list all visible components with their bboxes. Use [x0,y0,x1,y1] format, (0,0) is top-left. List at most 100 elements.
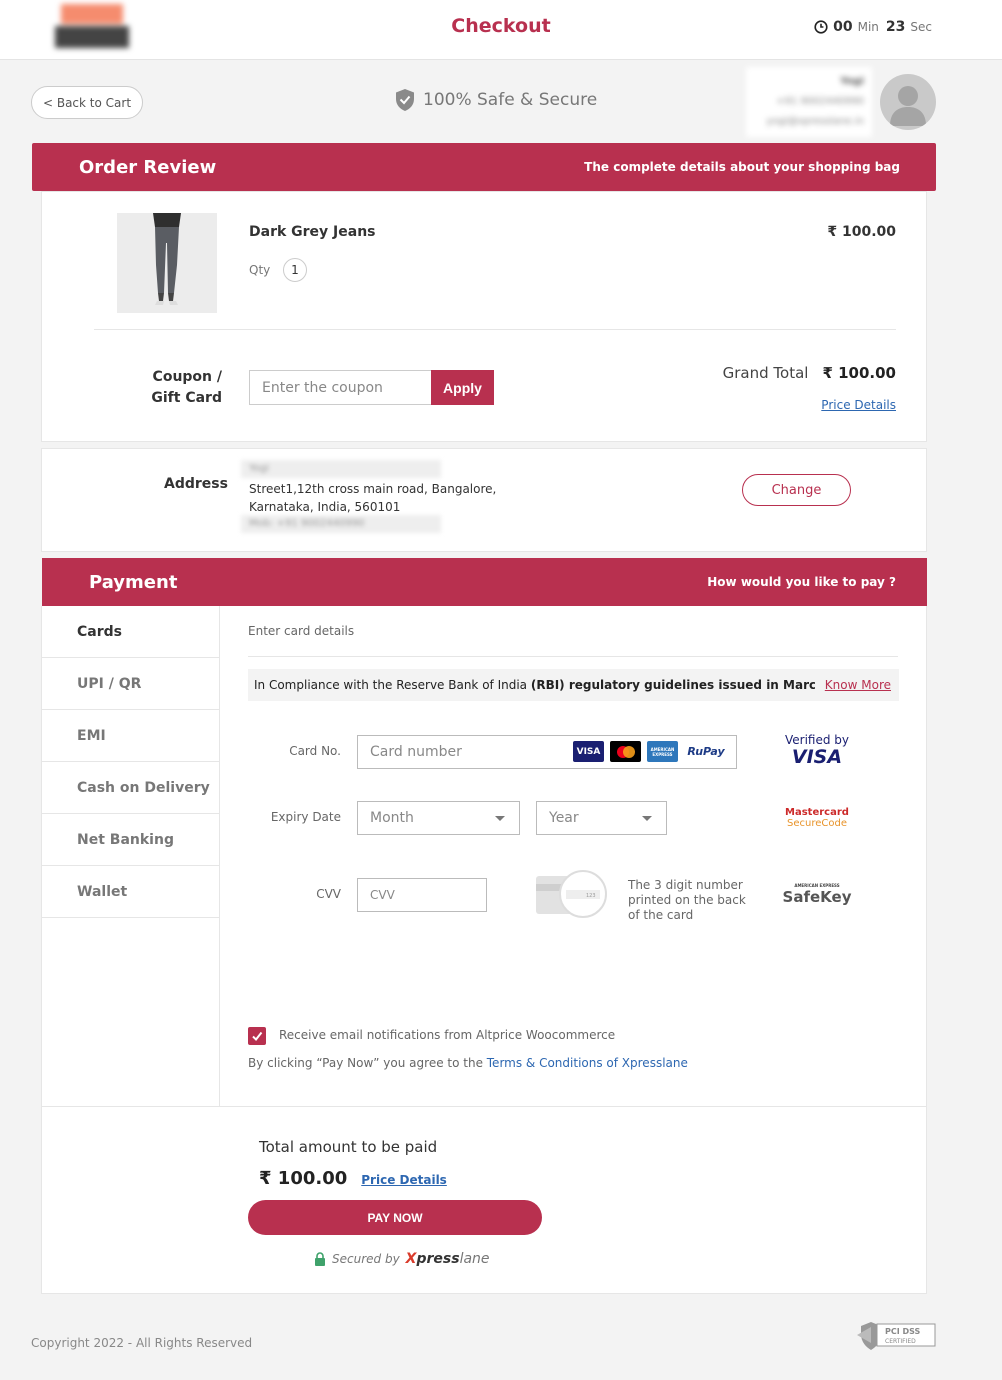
card-details-hint: Enter card details [248,624,355,638]
session-timer: 00 Min 23 Sec [814,19,934,35]
email-notify-checkbox[interactable] [248,1027,266,1045]
order-review-card: Dark Grey Jeans Qty 1 ₹ 100.00 Coupon / … [41,191,927,442]
tab-cash-on-delivery[interactable]: Cash on Delivery [42,762,219,814]
address-line1: Street1,12th cross main road, Bangalore, [249,482,497,496]
address-mobile: Mob: +91 9002440990 [241,515,441,533]
know-more-link[interactable]: Know More [814,678,891,692]
cvv-card-digits: 123 [586,893,596,899]
total-amount: ₹ 100.00 Price Details [259,1168,447,1189]
qty-label: Qty [249,263,271,277]
back-to-cart-button[interactable]: < Back to Cart [31,86,143,119]
chevron-down-icon [495,815,505,821]
visa-verified-top: Verified by [784,733,850,747]
product-name: Dark Grey Jeans [249,224,376,240]
year-select[interactable]: Year [536,801,667,835]
qty-badge: 1 [283,258,307,282]
timer-seconds: 23 [885,19,906,35]
month-value: Month [370,810,414,826]
grand-total: Grand Total ₹ 100.00 [723,364,896,382]
tab-cards[interactable]: Cards [42,606,219,658]
xpresslane-logo-press: press [416,1251,460,1267]
pci-line1: PCI DSS [885,1327,921,1336]
jeans-image [117,213,217,313]
pci-dss-logo: PCI DSS CERTIFIED [857,1320,937,1352]
chevron-down-icon [642,815,652,821]
avatar[interactable] [880,74,936,130]
xpresslane-logo-lane: lane [459,1251,490,1267]
tab-net-banking[interactable]: Net Banking [42,814,219,866]
month-select[interactable]: Month [357,801,520,835]
product-image [117,213,217,313]
terms-prefix: By clicking “Pay Now” you agree to the [248,1056,487,1070]
pci-line2: CERTIFIED [885,1338,916,1345]
card-number-placeholder: Card number [370,744,462,760]
item-price: ₹ 100.00 [827,224,896,240]
mastercard-icon [610,741,641,762]
card-number-label: Card No. [289,744,341,758]
total-amount-label: Total amount to be paid [259,1138,438,1156]
coupon-label-line2: Gift Card [151,390,222,406]
apply-coupon-button[interactable]: Apply [431,370,494,405]
pay-now-button[interactable]: PAY NOW [248,1200,542,1235]
order-review-title: Order Review [79,156,217,178]
order-review-subtitle: The complete details about your shopping… [584,160,900,174]
user-email: yogi@xpresslane.in [766,116,864,127]
payment-header: Payment How would you like to pay ? [42,558,927,606]
cvv-input[interactable]: CVV [357,878,487,912]
divider [94,329,896,330]
lock-icon [315,1252,325,1266]
payment-card: Cards UPI / QR EMI Cash on Delivery Net … [41,606,927,1294]
card-number-input[interactable]: Card number VISA AMERICAN EXPRESS RuPay [357,735,737,769]
cvv-card-icon: 123 [536,868,608,920]
user-icon [890,86,926,126]
shield-check-icon [396,89,414,111]
secured-by-badge: Secured by Xpresslane [314,1251,490,1267]
check-icon [252,1031,263,1042]
terms-link[interactable]: Terms & Conditions of Xpresslane [487,1056,688,1070]
change-address-button[interactable]: Change [742,474,851,506]
cvv-help-text: The 3 digit number printed on the back o… [628,878,746,922]
payment-title: Payment [89,571,178,593]
clock-icon [814,20,828,34]
cvv-placeholder: CVV [370,888,395,902]
safe-secure-badge: 100% Safe & Secure [395,88,597,112]
coupon-label: Coupon / Gift Card [140,367,222,409]
expiry-label: Expiry Date [270,810,341,824]
amex-icon: AMERICAN EXPRESS [647,741,678,762]
timer-min-unit: Min [857,20,879,34]
mc-secure-bottom: SecureCode [787,818,847,829]
user-info: Yogi +91 9002440990 yogi@xpresslane.in [746,67,872,137]
rbi-prefix: In Compliance with the Reserve Bank of I… [254,678,531,692]
rbi-bold: (RBI) regulatory guidelines issued in Ma… [530,678,863,692]
amex-safekey-bottom: SafeKey [782,888,852,906]
total-amount-value: ₹ 100.00 [259,1168,348,1189]
tab-emi[interactable]: EMI [42,710,219,762]
xpresslane-logo-x: X [405,1251,417,1267]
user-name: Yogi [840,76,864,87]
tab-upi-qr[interactable]: UPI / QR [42,658,219,710]
timer-sec-unit: Sec [910,20,932,34]
address-text: Street1,12th cross main road, Bangalore,… [249,480,496,516]
mastercard-securecode-logo: Mastercard SecureCode [780,807,854,829]
address-name: Yogi [241,460,441,478]
address-card: Address Yogi Street1,12th cross main roa… [41,448,927,552]
xpresslane-logo: Xpresslane [406,1251,490,1267]
price-details-link[interactable]: Price Details [361,1173,447,1187]
amex-safekey-logo: AMERICAN EXPRESS SafeKey [780,883,854,906]
timer-minutes: 00 [833,19,853,35]
rupay-icon: RuPay [687,745,725,758]
cvv-label: CVV [316,887,341,901]
top-bar: Checkout 00 Min 23 Sec [0,0,1002,60]
secured-by-text: Secured by [332,1252,400,1266]
card-brands: VISA AMERICAN EXPRESS RuPay [573,741,728,762]
rbi-notice: In Compliance with the Reserve Bank of I… [248,669,899,701]
visa-icon: VISA [573,741,604,762]
payment-tabs: Cards UPI / QR EMI Cash on Delivery Net … [42,606,220,1106]
terms-text: By clicking “Pay Now” you agree to the T… [248,1056,688,1070]
address-line2: Karnataka, India, 560101 [249,500,401,514]
price-details-link[interactable]: Price Details [821,398,896,412]
email-notify-label: Receive email notifications from Altpric… [279,1028,616,1042]
tab-wallet[interactable]: Wallet [42,866,219,918]
coupon-input[interactable] [249,370,432,405]
divider [248,656,898,657]
